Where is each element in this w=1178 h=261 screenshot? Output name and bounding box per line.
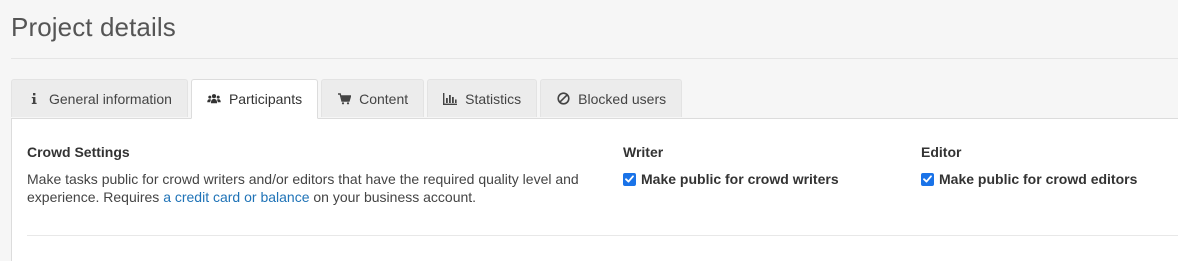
participants-panel: Crowd Settings Make tasks public for cro… <box>11 118 1178 261</box>
tab-content[interactable]: Content <box>321 79 425 117</box>
tab-label: Content <box>359 90 409 107</box>
tab-statistics[interactable]: Statistics <box>427 79 538 117</box>
tab-label: Blocked users <box>578 90 667 107</box>
tab-participants[interactable]: Participants <box>190 79 319 119</box>
editor-public-option[interactable]: Make public for crowd editors <box>921 171 1137 187</box>
checkmark-icon <box>923 175 932 183</box>
description-text-end: on your business account. <box>309 189 477 205</box>
page-title: Project details <box>11 12 176 42</box>
section-divider <box>27 235 1178 236</box>
tab-label: Participants <box>228 91 303 107</box>
title-divider <box>11 58 1178 59</box>
ban-icon <box>556 92 570 106</box>
writer-public-checkbox[interactable] <box>623 172 636 186</box>
tab-bar: General information Participants Content <box>11 79 683 119</box>
editor-checkbox-label: Make public for crowd editors <box>939 171 1138 187</box>
writer-title: Writer <box>623 144 664 160</box>
writer-checkbox-label: Make public for crowd writers <box>641 171 839 187</box>
cart-icon <box>337 92 351 106</box>
tab-label: Statistics <box>465 90 522 107</box>
users-icon <box>207 92 221 106</box>
tab-blocked-users[interactable]: Blocked users <box>540 79 683 117</box>
writer-public-option[interactable]: Make public for crowd writers <box>623 171 839 187</box>
bar-chart-icon <box>443 92 458 106</box>
credit-card-balance-link[interactable]: a credit card or balance <box>163 189 309 205</box>
editor-title: Editor <box>921 144 962 160</box>
tab-general-information[interactable]: General information <box>11 79 188 117</box>
info-icon <box>27 92 41 106</box>
checkmark-icon <box>625 175 634 183</box>
editor-public-checkbox[interactable] <box>921 172 934 186</box>
crowd-settings-description: Make tasks public for crowd writers and/… <box>27 170 597 206</box>
crowd-settings-title: Crowd Settings <box>27 144 130 160</box>
tab-label: General information <box>49 90 172 107</box>
